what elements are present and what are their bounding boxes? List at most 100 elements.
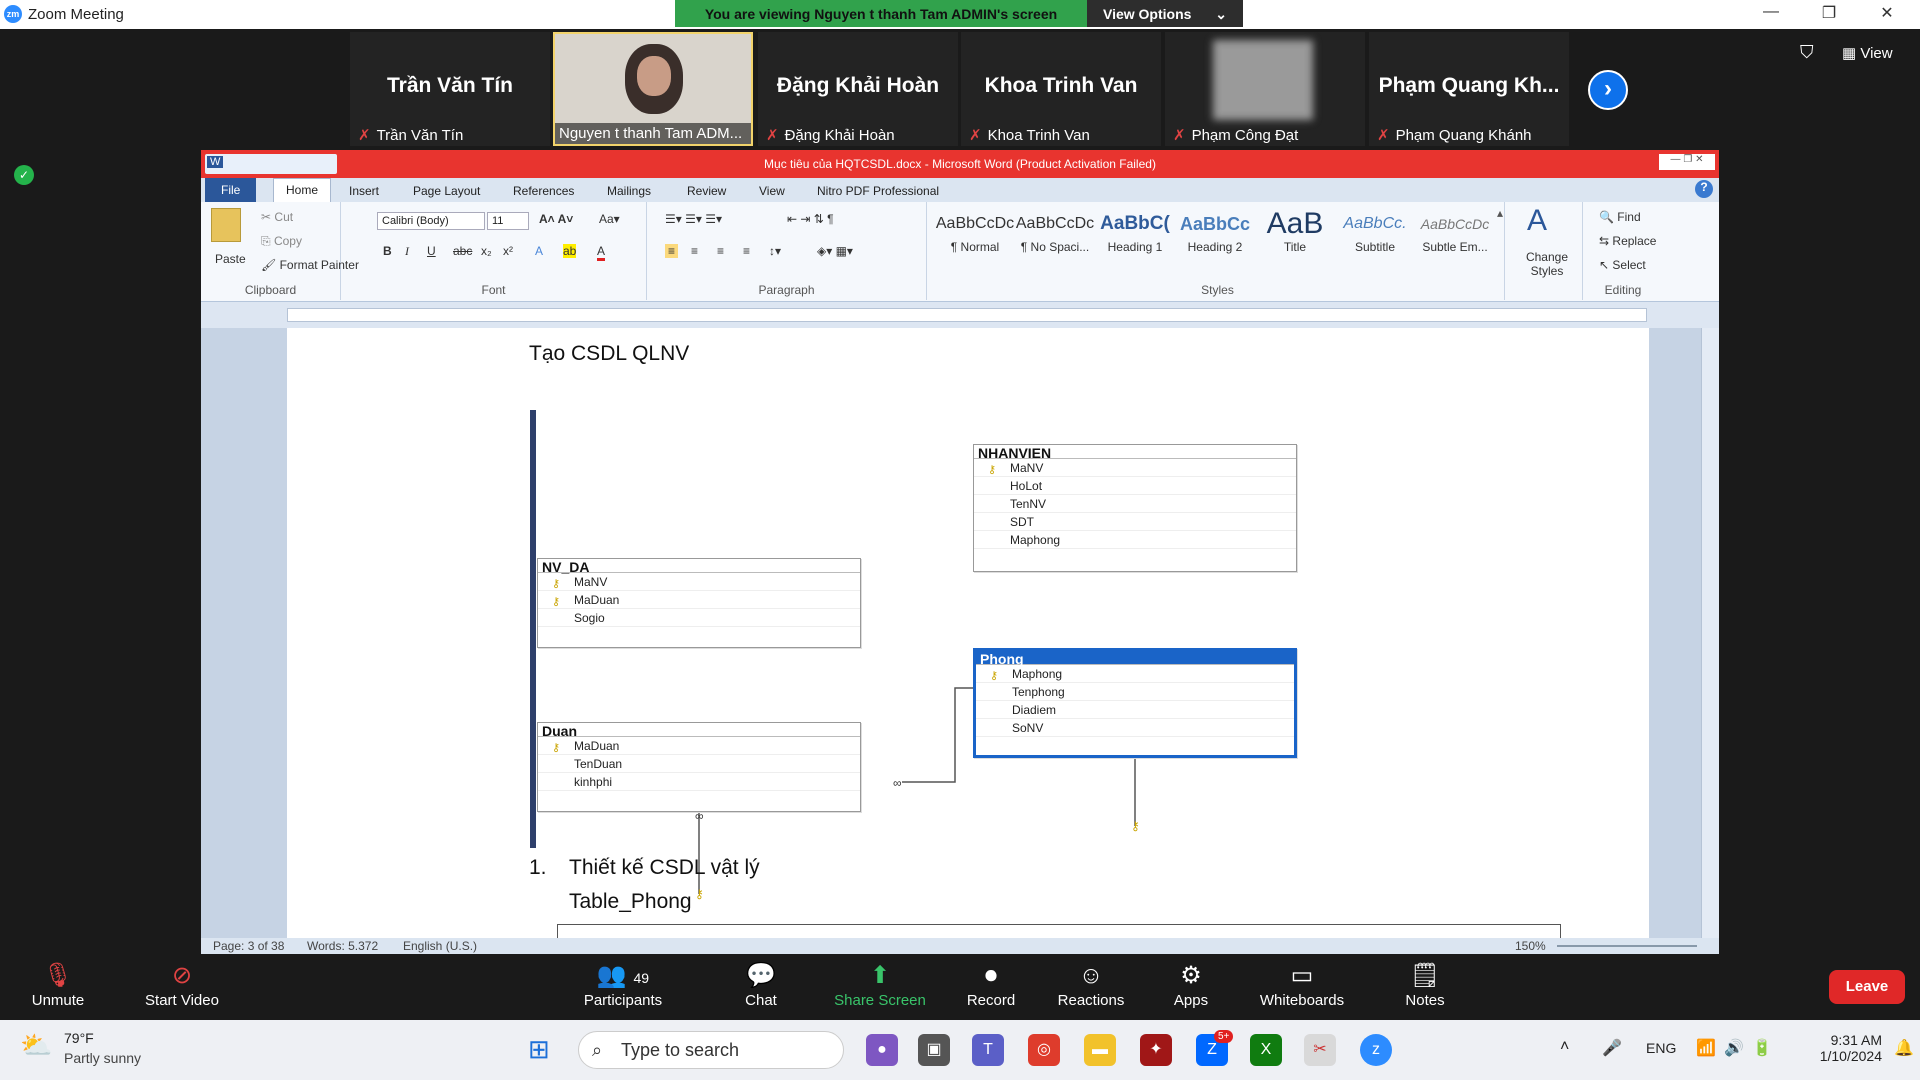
align-left-button[interactable]: ≡ bbox=[665, 244, 679, 258]
hide-self-icon[interactable]: ⛉ bbox=[1800, 42, 1814, 63]
whiteboards-button[interactable]: ▭ Whiteboards bbox=[1256, 960, 1348, 1009]
paste-button[interactable]: Paste bbox=[215, 252, 246, 266]
align-center-button[interactable]: ≡ bbox=[691, 244, 698, 258]
participant-tile[interactable]: ✗ Phạm Công Đạt bbox=[1165, 32, 1365, 146]
start-video-button[interactable]: ⊘ Start Video bbox=[132, 960, 232, 1009]
tab-review[interactable]: Review bbox=[687, 184, 726, 198]
security-shield-icon[interactable]: ✓ bbox=[14, 165, 34, 185]
style-heading-1[interactable]: AaBbC(Heading 1 bbox=[1095, 208, 1175, 268]
word-count[interactable]: Words: 5.372 bbox=[307, 939, 378, 953]
apps-button[interactable]: ⚙ Apps bbox=[1166, 960, 1216, 1009]
subscript-button[interactable]: x₂ bbox=[481, 244, 492, 258]
minimize-icon[interactable]: — bbox=[1756, 3, 1786, 21]
participant-tile-video[interactable]: Nguyen t thanh Tam ADM... bbox=[553, 32, 753, 146]
help-icon[interactable]: ? bbox=[1695, 180, 1713, 198]
leave-button[interactable]: Leave bbox=[1829, 970, 1905, 1004]
task-view-icon[interactable]: ▣ bbox=[918, 1034, 950, 1066]
start-icon[interactable]: ⊞ bbox=[528, 1034, 550, 1065]
reactions-button[interactable]: ☺ Reactions bbox=[1054, 960, 1128, 1009]
tab-home[interactable]: Home bbox=[273, 178, 332, 202]
restore-icon[interactable]: ❐ bbox=[1814, 3, 1844, 23]
find-button[interactable]: 🔍 Find bbox=[1599, 210, 1641, 224]
wifi-icon[interactable]: 📶 bbox=[1696, 1038, 1716, 1058]
close-icon[interactable]: ✕ bbox=[1872, 3, 1902, 23]
tab-page-layout[interactable]: Page Layout bbox=[413, 184, 480, 198]
vertical-scrollbar[interactable] bbox=[1701, 328, 1719, 938]
indent-icons[interactable]: ⇤ ⇥ ⇅ ¶ bbox=[787, 212, 834, 226]
participant-tile[interactable]: Trần Văn Tín ✗ Trần Văn Tín bbox=[350, 32, 550, 146]
copilot-icon[interactable]: ● bbox=[866, 1034, 898, 1066]
align-right-button[interactable]: ≡ bbox=[717, 244, 724, 258]
microphone-icon[interactable]: 🎤 bbox=[1602, 1038, 1622, 1058]
taskbar-search[interactable]: Type to search bbox=[578, 1031, 844, 1069]
bold-button[interactable]: B bbox=[383, 244, 392, 258]
style-no-spacing[interactable]: AaBbCcDc ¶ No Spaci... bbox=[1015, 208, 1095, 268]
tab-nitro[interactable]: Nitro PDF Professional bbox=[817, 184, 939, 198]
participant-tile[interactable]: Phạm Quang Kh... ✗ Phạm Quang Khánh bbox=[1369, 32, 1569, 146]
tray-chevron-icon[interactable]: ˄ bbox=[1560, 1038, 1569, 1056]
participants-button[interactable]: 👥 49 Participants bbox=[578, 960, 668, 1009]
next-page-arrow-icon[interactable]: › bbox=[1588, 70, 1628, 110]
superscript-button[interactable]: x² bbox=[503, 244, 513, 258]
document-page[interactable]: Tạo CSDL QLNV ∞ ∞ ∞ ⚷ ⚷ ⚷ NHANVIEN ⚷MaNV… bbox=[287, 328, 1649, 938]
view-options-button[interactable]: View Options ⌄ bbox=[1087, 0, 1243, 27]
font-name-select[interactable]: Calibri (Body) bbox=[377, 212, 485, 230]
xbox-icon[interactable]: X bbox=[1250, 1034, 1282, 1066]
volume-icon[interactable]: 🔊 bbox=[1724, 1038, 1744, 1058]
tab-insert[interactable]: Insert bbox=[349, 184, 379, 198]
participant-tile[interactable]: Khoa Trinh Van ✗ Khoa Trinh Van bbox=[961, 32, 1161, 146]
erd-table-duan[interactable]: Duan ⚷ MaDuan TenDuan kinhphi bbox=[537, 722, 861, 812]
chrome-icon[interactable]: ◎ bbox=[1028, 1034, 1060, 1066]
change-case-icon[interactable]: Aa▾ bbox=[599, 212, 620, 226]
strikethrough-button[interactable]: abc bbox=[453, 244, 472, 258]
file-explorer-icon[interactable]: ▬ bbox=[1084, 1034, 1116, 1066]
record-button[interactable]: ⏺ Record bbox=[960, 960, 1022, 1009]
erd-table-nhanvien[interactable]: NHANVIEN ⚷ MaNV HoLot TenNV SDT Maphong bbox=[973, 444, 1297, 572]
weather-icon[interactable]: ⛅ bbox=[20, 1030, 52, 1061]
tab-references[interactable]: References bbox=[513, 184, 574, 198]
page-count[interactable]: Page: 3 of 38 bbox=[213, 939, 284, 953]
text-effects-icon[interactable]: A bbox=[535, 244, 543, 258]
grow-font-icon[interactable]: A˄ A˅ bbox=[539, 212, 573, 226]
unmute-button[interactable]: 🎙 Unmute bbox=[28, 960, 88, 1009]
underline-button[interactable]: U bbox=[427, 244, 436, 258]
input-language[interactable]: ENG bbox=[1646, 1040, 1676, 1056]
chat-button[interactable]: 💬 Chat bbox=[730, 960, 792, 1009]
temperature[interactable]: 79°F bbox=[64, 1030, 94, 1046]
notes-button[interactable]: 🗒 Notes bbox=[1402, 960, 1448, 1009]
cut-button[interactable]: ✂ Cut bbox=[261, 210, 293, 224]
style-heading-2[interactable]: AaBbCc Heading 2 bbox=[1175, 208, 1255, 268]
paste-icon[interactable] bbox=[211, 208, 241, 242]
justify-button[interactable]: ≡ bbox=[743, 244, 750, 258]
word-window-controls[interactable]: — ❐ ✕ bbox=[1659, 154, 1715, 170]
ruler-bar[interactable] bbox=[287, 308, 1647, 322]
erd-table-phong[interactable]: Phong ⚷ Maphong Tenphong Diadiem SoNV bbox=[973, 648, 1297, 758]
highlight-icon[interactable]: ab bbox=[563, 244, 577, 258]
style-title[interactable]: AaB Title bbox=[1255, 208, 1335, 268]
change-styles-icon[interactable]: A bbox=[1527, 204, 1547, 238]
tab-view[interactable]: View bbox=[759, 184, 785, 198]
tab-file[interactable]: File bbox=[205, 178, 257, 202]
weather-text[interactable]: Partly sunny bbox=[64, 1050, 141, 1066]
share-screen-button[interactable]: ⬆ Share Screen bbox=[830, 960, 930, 1009]
zoom-app-icon[interactable]: z bbox=[1360, 1034, 1392, 1066]
select-button[interactable]: ↖ Select bbox=[1599, 258, 1646, 272]
participant-tile[interactable]: Đặng Khải Hoàn ✗ Đặng Khải Hoàn bbox=[758, 32, 958, 146]
teams-icon[interactable]: T bbox=[972, 1034, 1004, 1066]
clock[interactable]: 9:31 AM 1/10/2024 bbox=[1792, 1032, 1882, 1064]
bullets-icon[interactable]: ☰▾ ☰▾ ☰▾ bbox=[665, 212, 722, 226]
zoom-level[interactable]: 150% bbox=[1515, 939, 1546, 953]
battery-icon[interactable]: 🔋 bbox=[1752, 1038, 1772, 1058]
style-normal[interactable]: AaBbCcDc ¶ Normal bbox=[935, 208, 1015, 268]
style-subtle-emphasis[interactable]: AaBbCcDc Subtle Em... bbox=[1415, 208, 1495, 268]
shading-icon[interactable]: ◈▾ ▦▾ bbox=[817, 244, 853, 258]
styles-scroll-icon[interactable]: ▴ bbox=[1497, 206, 1503, 220]
style-subtitle[interactable]: AaBbCc. Subtitle bbox=[1335, 208, 1415, 268]
snipping-tool-icon[interactable]: ✂ bbox=[1304, 1034, 1336, 1066]
notification-bell-icon[interactable]: 🔔 bbox=[1894, 1038, 1914, 1058]
font-color-icon[interactable]: A bbox=[597, 244, 606, 261]
tab-mailings[interactable]: Mailings bbox=[607, 184, 651, 198]
zoom-slider[interactable] bbox=[1557, 945, 1697, 947]
app-icon[interactable]: ✦ bbox=[1140, 1034, 1172, 1066]
change-styles-button[interactable]: Change Styles bbox=[1523, 250, 1571, 278]
